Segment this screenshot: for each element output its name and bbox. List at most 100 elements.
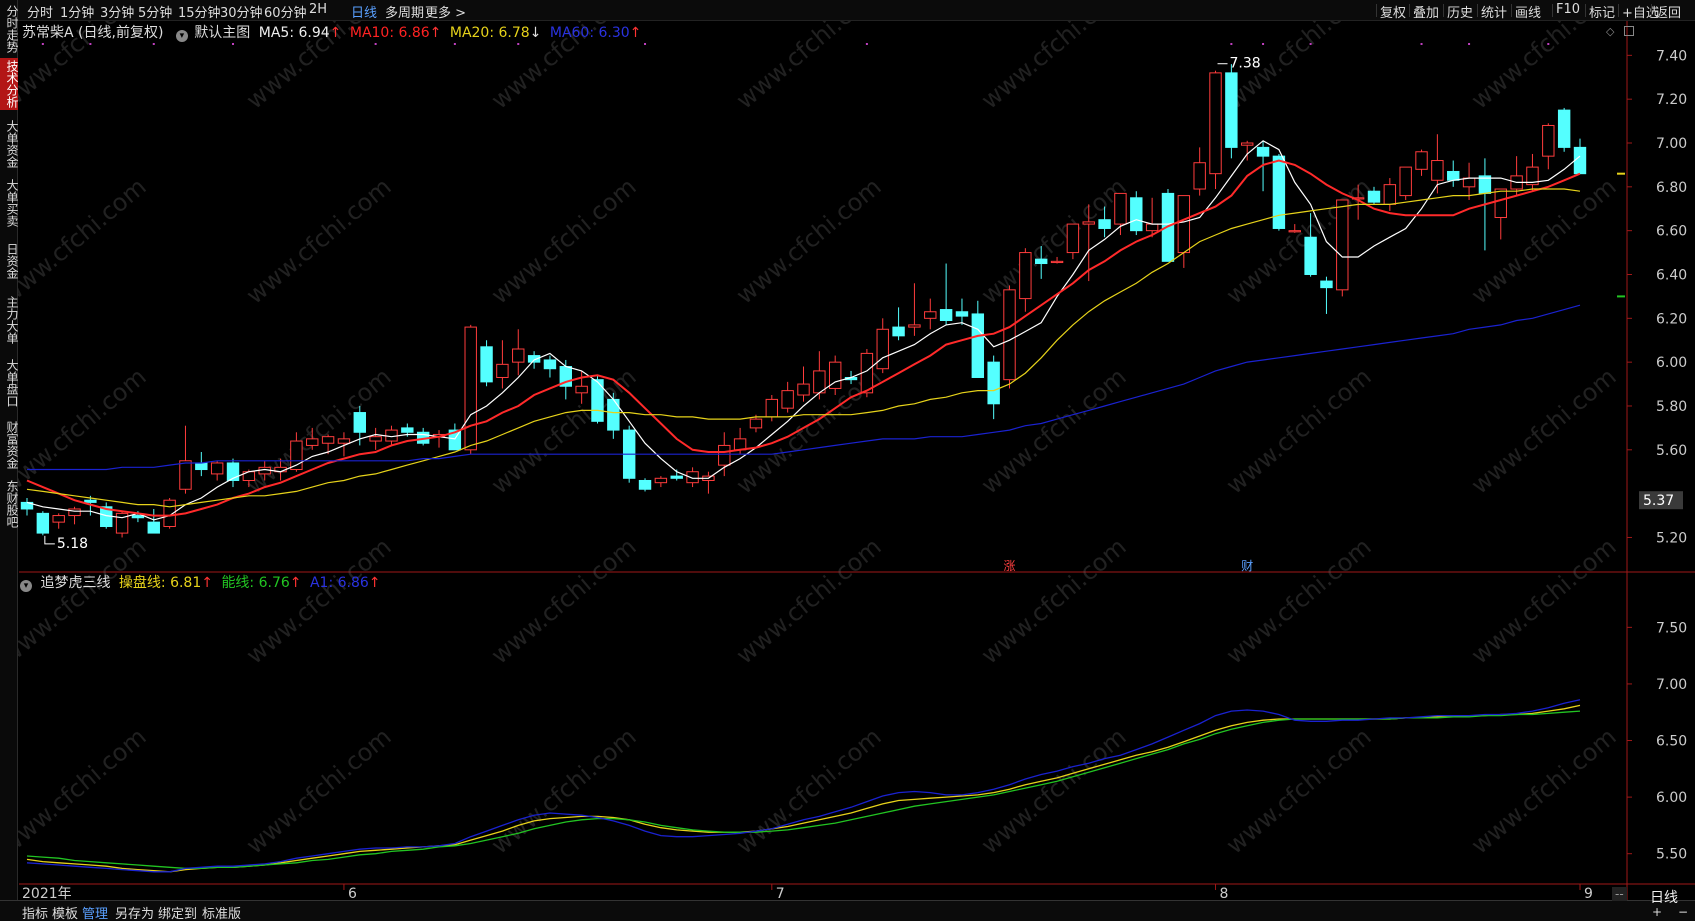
candle-body[interactable] (908, 324, 921, 328)
candle-body[interactable] (654, 477, 668, 484)
sidebar-item-1[interactable]: 技术分析 (0, 58, 19, 110)
sidebar-item-2[interactable]: 大单资金 (0, 118, 19, 170)
candle-body[interactable] (1034, 258, 1048, 265)
candle-body[interactable] (797, 383, 810, 396)
candle-body[interactable] (1272, 155, 1286, 229)
candle-body[interactable] (464, 326, 477, 451)
candle-body[interactable] (1225, 72, 1238, 148)
candle-body[interactable] (1447, 170, 1460, 181)
event-marker-financial[interactable]: 财 (1241, 559, 1253, 573)
period-tab-1[interactable]: 1分钟 (60, 2, 94, 21)
candle-body[interactable] (1256, 146, 1270, 157)
candle-body[interactable] (1304, 236, 1317, 275)
candle-body[interactable] (733, 438, 747, 451)
candle-body[interactable] (401, 427, 414, 433)
candle-body[interactable] (131, 515, 145, 519)
candle-body[interactable] (987, 361, 1000, 405)
sidebar-item-8[interactable]: 东财股吧 (0, 478, 19, 530)
candle-body[interactable] (765, 398, 779, 418)
candle-body[interactable] (939, 309, 953, 322)
candle-body[interactable] (1320, 280, 1333, 289)
toolbar-button-8[interactable]: 返回 (1655, 2, 1681, 21)
period-tab-10[interactable]: 更多 > (425, 2, 466, 21)
candle-body[interactable] (924, 311, 937, 319)
candle-body[interactable] (179, 460, 192, 490)
candle-body[interactable] (496, 363, 509, 378)
candle-body[interactable] (1019, 252, 1032, 300)
candle-body[interactable] (84, 499, 97, 503)
candle-body[interactable] (1336, 199, 1349, 291)
candle-body[interactable] (321, 436, 335, 444)
period-tab-5[interactable]: 30分钟 (220, 2, 263, 21)
candle-body[interactable] (670, 475, 683, 479)
toolbar-button-0[interactable]: 复权 (1380, 2, 1406, 21)
candle-body[interactable] (1383, 184, 1397, 205)
candle-body[interactable] (147, 521, 160, 534)
period-tab-4[interactable]: 15分钟 (178, 2, 221, 21)
period-tab-2[interactable]: 3分钟 (100, 2, 134, 21)
candle-body[interactable] (1114, 192, 1127, 225)
chart-canvas[interactable]: www.cfchi.com www.cfchi.com www.cfchi.com w… (0, 0, 1695, 900)
period-tab-7[interactable]: 2H (309, 2, 327, 17)
event-marker-limit-up[interactable]: 涨 (1004, 558, 1016, 573)
candle-body[interactable] (337, 438, 351, 444)
toolbar-button-2[interactable]: 历史 (1447, 2, 1473, 21)
toolbar-button-1[interactable]: 叠加 (1413, 2, 1439, 21)
candle-body[interactable] (781, 390, 794, 409)
candle-body[interactable] (1177, 195, 1191, 254)
candle-body[interactable] (1098, 219, 1111, 229)
candle-body[interactable] (1241, 142, 1254, 146)
zoom-in-icon[interactable]: + (1652, 905, 1662, 919)
period-label[interactable]: 日线 (1650, 887, 1678, 907)
sidebar-item-5[interactable]: 主力大单 (0, 292, 19, 348)
candle-body[interactable] (1145, 223, 1159, 232)
chart-settings-icon[interactable] (1623, 26, 1634, 36)
candle-body[interactable] (353, 412, 366, 433)
toolbar-button-4[interactable]: 画线 (1515, 2, 1541, 21)
candle-body[interactable] (1542, 124, 1555, 157)
statusbar-item-3[interactable]: 另存为 (115, 903, 154, 921)
candle-body[interactable] (638, 479, 652, 490)
candle-body[interactable] (1415, 151, 1428, 170)
candle-body[interactable] (195, 462, 208, 471)
candle-body[interactable] (892, 326, 905, 337)
period-tab-3[interactable]: 5分钟 (138, 2, 172, 21)
statusbar-item-0[interactable]: 指标 (22, 903, 48, 921)
zoom-out-icon[interactable]: − (1678, 905, 1688, 919)
candle-body[interactable] (1082, 221, 1095, 225)
candle-body[interactable] (1209, 72, 1222, 175)
stock-title[interactable]: 苏常柴A (日线,前复权) (22, 25, 163, 41)
candle-body[interactable] (36, 512, 50, 534)
candle-body[interactable] (543, 359, 557, 370)
candle-body[interactable] (876, 328, 889, 370)
candle-body[interactable] (210, 462, 224, 475)
toolbar-button-6[interactable]: 标记 (1589, 2, 1615, 21)
candle-body[interactable] (1462, 177, 1476, 188)
candle-body[interactable] (1367, 190, 1381, 203)
sidebar-item-4[interactable]: 日资金 (0, 238, 19, 284)
candle-body[interactable] (512, 348, 525, 363)
statusbar-item-5[interactable]: 标准版 (202, 903, 241, 921)
sidebar-item-3[interactable]: 大单买卖 (0, 175, 19, 231)
statusbar-item-4[interactable]: 绑定到 (158, 903, 197, 921)
candle-body[interactable] (1573, 146, 1587, 175)
candle-body[interactable] (1431, 160, 1444, 181)
candle-body[interactable] (749, 418, 763, 429)
candle-body[interactable] (369, 436, 382, 442)
candle-body[interactable] (52, 515, 65, 523)
sidebar-item-0[interactable]: 分时走势 (0, 5, 19, 53)
candle-body[interactable] (1066, 223, 1080, 254)
period-tab-6[interactable]: 60分钟 (264, 2, 307, 21)
candle-body[interactable] (1288, 230, 1301, 233)
candle-body[interactable] (306, 438, 319, 446)
period-tab-0[interactable]: 分时 (27, 2, 53, 21)
candle-body[interactable] (1050, 260, 1064, 264)
template-dropdown-icon[interactable]: ▾ (175, 30, 188, 42)
candle-body[interactable] (718, 444, 731, 466)
period-tab-9[interactable]: 多周期 (385, 2, 424, 21)
diamond-icon[interactable]: ◇ (1606, 25, 1614, 38)
candle-body[interactable] (971, 313, 985, 378)
candle-body[interactable] (1557, 109, 1571, 148)
candle-body[interactable] (1130, 197, 1143, 232)
candle-body[interactable] (1399, 166, 1412, 197)
